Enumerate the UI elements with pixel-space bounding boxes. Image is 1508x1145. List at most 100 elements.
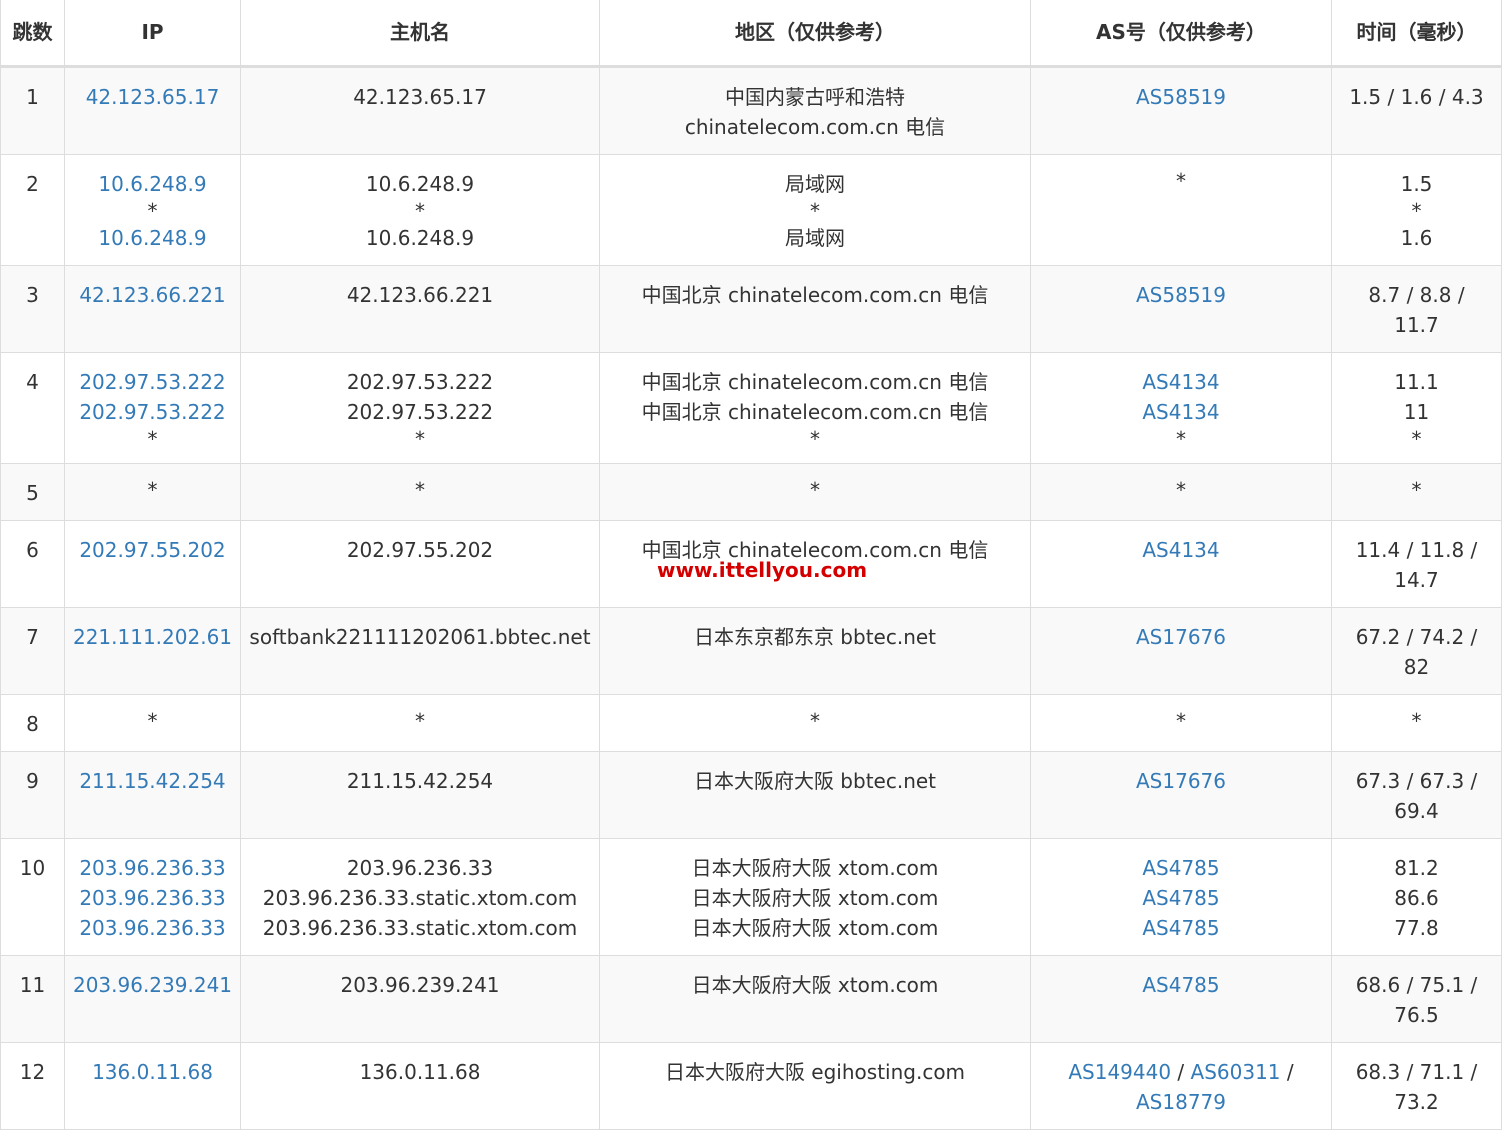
ip-line: 202.97.53.222 [69,367,236,397]
ip-line: 10.6.248.9 [69,223,236,253]
ip-link[interactable]: 202.97.53.222 [79,400,225,424]
as-line: AS4134 [1035,367,1327,397]
as-link[interactable]: AS4134 [1142,538,1219,562]
hostname-line: 10.6.248.9 [365,171,475,196]
as-line: AS4785 [1035,883,1327,913]
time-cell: 81.2 86.6 77.8 [1331,837,1502,956]
region-line: 日本大阪府大阪 xtom.com [691,972,939,997]
ip-link[interactable]: 42.123.66.221 [79,283,225,307]
hostname-cell: 42.123.66.221 [240,264,600,353]
time-cell: 8.7 / 8.8 / 11.7 [1331,264,1502,353]
ip-link[interactable]: 10.6.248.9 [98,172,206,196]
hostname-line: 203.96.236.33 [346,855,494,880]
hostname-cell: * [240,462,600,521]
ip-link[interactable]: 10.6.248.9 [98,226,206,250]
region-line: chinatelecom.com.cn 电信 [684,114,946,139]
table-header-row: 跳数 IP 主机名 地区（仅供参考） AS号（仅供参考） 时间（毫秒） [0,0,1502,68]
hostname-cell: 211.15.42.254 [240,750,600,839]
header-hostname: 主机名 [240,0,600,68]
as-cell: AS149440 / AS60311 / AS18779 [1030,1041,1332,1130]
time-line: 1.5 [1400,171,1433,196]
hop-cell: 12 [0,1041,65,1130]
ip-link[interactable]: 203.96.236.33 [79,856,225,880]
as-cell: AS17676 [1030,750,1332,839]
time-line: 73.2 [1394,1089,1439,1114]
time-line: 11 [1403,399,1430,424]
as-line: * [1176,477,1186,502]
time-line: 81.2 [1394,855,1439,880]
table-row: 10 203.96.236.33 203.96.236.33 203.96.236.3… [0,837,1502,956]
time-cell: 68.6 / 75.1 / 76.5 [1331,954,1502,1043]
hostname-line: 203.96.236.33.static.xtom.com [262,885,578,910]
hostname-line: 202.97.55.202 [346,537,494,562]
region-cell: 中国北京 chinatelecom.com.cn 电信 [599,264,1031,353]
as-link[interactable]: AS18779 [1136,1090,1226,1114]
ip-line: * [147,477,158,502]
as-cell: AS4785 [1030,954,1332,1043]
as-link[interactable]: AS4134 [1142,370,1219,394]
table-row: 9 211.15.42.254 211.15.42.254 日本大阪府大阪 bbtec… [0,750,1502,839]
hop-cell: 8 [0,693,65,752]
ip-cell: 203.96.239.241 [64,954,241,1043]
region-line: 中国北京 chinatelecom.com.cn 电信 [641,399,989,424]
ip-line: 42.123.66.221 [69,280,236,310]
ip-link[interactable]: 203.96.236.33 [79,916,225,940]
ip-link[interactable]: 221.111.202.61 [73,625,232,649]
time-line: * [1411,426,1422,451]
header-as: AS号（仅供参考） [1030,0,1332,68]
as-link[interactable]: AS4785 [1142,973,1219,997]
hostname-line: 42.123.66.221 [346,282,494,307]
region-cell: 日本大阪府大阪 xtom.com [599,954,1031,1043]
ip-cell: 10.6.248.9 * 10.6.248.9 [64,153,241,266]
as-link[interactable]: AS17676 [1136,625,1226,649]
time-line: 11.7 [1394,312,1439,337]
time-cell: * [1331,693,1502,752]
time-line: * [1411,477,1422,502]
ip-line: 203.96.236.33 [69,883,236,913]
header-region: 地区（仅供参考） [599,0,1031,68]
ip-cell: 221.111.202.61 [64,606,241,695]
hostname-line: 202.97.53.222 [346,369,494,394]
ip-link[interactable]: 136.0.11.68 [92,1060,213,1084]
region-line: 局域网 [785,225,845,250]
time-cell: 68.3 / 71.1 / 73.2 [1331,1041,1502,1130]
ip-link[interactable]: 203.96.239.241 [73,973,232,997]
ip-link[interactable]: 202.97.53.222 [79,370,225,394]
as-link[interactable]: AS58519 [1136,283,1226,307]
region-line: * [810,198,820,223]
time-line: 76.5 [1394,1002,1439,1027]
region-cell: 日本大阪府大阪 bbtec.net [599,750,1031,839]
hop-cell: 2 [0,153,65,266]
region-line: 中国北京 chinatelecom.com.cn 电信 [641,369,989,394]
as-link[interactable]: AS149440 [1068,1060,1171,1084]
as-link[interactable]: AS4785 [1142,886,1219,910]
time-line: * [1411,708,1422,733]
hostname-line: softbank221111202061.bbtec.net [249,624,591,649]
traceroute-table: 跳数 IP 主机名 地区（仅供参考） AS号（仅供参考） 时间（毫秒） 1 42.… [0,0,1502,1130]
region-cell: 日本大阪府大阪 xtom.com 日本大阪府大阪 xtom.com 日本大阪府大阪 … [599,837,1031,956]
hostname-line: 211.15.42.254 [346,768,494,793]
hop-cell: 3 [0,264,65,353]
ip-cell: 203.96.236.33 203.96.236.33 203.96.236.33 [64,837,241,956]
ip-line: 203.96.236.33 [69,913,236,943]
as-link[interactable]: AS4785 [1142,916,1219,940]
hostname-line: * [415,708,425,733]
region-line: 日本大阪府大阪 xtom.com [691,855,939,880]
as-link[interactable]: AS60311 [1191,1060,1281,1084]
table-row: 3 42.123.66.221 42.123.66.221 中国北京 chinatel… [0,264,1502,353]
time-line: 11.1 [1394,369,1439,394]
region-cell: * [599,693,1031,752]
ip-link[interactable]: 211.15.42.254 [79,769,225,793]
ip-link[interactable]: 42.123.65.17 [86,85,220,109]
as-cell: AS4134 AS4134 * [1030,351,1332,464]
as-link[interactable]: AS58519 [1136,85,1226,109]
as-line: AS4134 [1035,397,1327,427]
as-link[interactable]: AS17676 [1136,769,1226,793]
ip-cell: 42.123.66.221 [64,264,241,353]
header-time: 时间（毫秒） [1331,0,1502,68]
ip-link[interactable]: 202.97.55.202 [79,538,225,562]
ip-link[interactable]: 203.96.236.33 [79,886,225,910]
time-line: 14.7 [1394,567,1439,592]
as-link[interactable]: AS4134 [1142,400,1219,424]
as-link[interactable]: AS4785 [1142,856,1219,880]
